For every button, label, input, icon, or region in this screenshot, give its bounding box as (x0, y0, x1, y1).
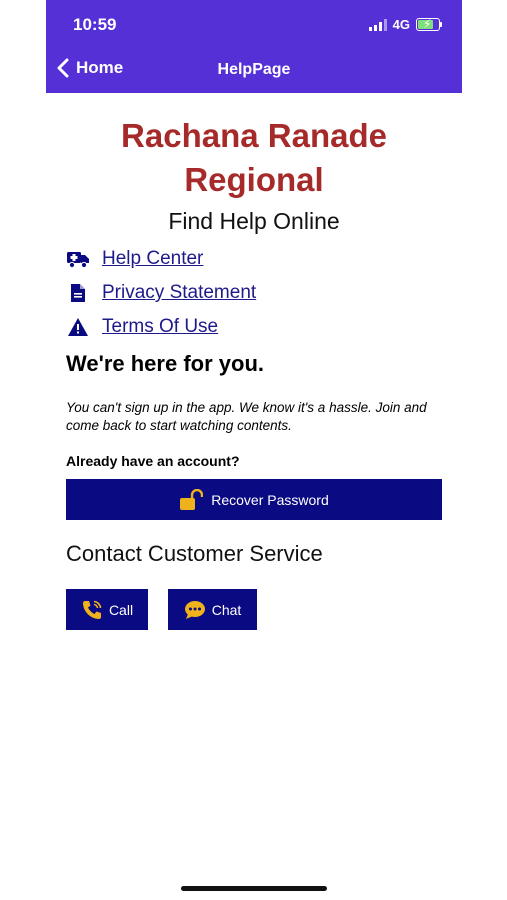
call-label: Call (108, 601, 134, 618)
chat-bubble-icon (184, 600, 205, 619)
recover-password-label: Recover Password (211, 491, 329, 508)
chat-label: Chat (211, 601, 242, 618)
call-button[interactable]: Call (66, 589, 148, 630)
phone-call-icon (82, 600, 102, 619)
contact-heading: Contact Customer Service (66, 541, 323, 566)
page-title: HelpPage (217, 61, 291, 78)
help-center-link[interactable]: Help Center (102, 248, 203, 270)
unlock-icon (180, 488, 204, 510)
top-bar: 10:59 4G ⚡ Home HelpPage (46, 0, 462, 93)
support-heading: We're here for you. (66, 351, 264, 376)
chat-button[interactable]: Chat (168, 589, 257, 630)
battery-icon: ⚡ (416, 17, 442, 31)
ambulance-icon (66, 248, 90, 270)
help-page: 10:59 4G ⚡ Home HelpPage Rachana Ranade … (46, 0, 462, 900)
brand-line-1: Rachana Ranade (121, 117, 387, 154)
account-prompt: Already have an account? (66, 453, 240, 469)
privacy-statement-link[interactable]: Privacy Statement (102, 282, 256, 304)
status-time: 10:59 (73, 15, 117, 34)
document-icon (66, 282, 90, 304)
signal-icon (368, 18, 387, 31)
recover-password-button[interactable]: Recover Password (66, 479, 442, 520)
signup-note: You can't sign up in the app. We know it… (66, 400, 427, 433)
brand-title: Rachana Ranade Regional (46, 114, 462, 202)
terms-link-row[interactable]: Terms Of Use (66, 316, 218, 338)
warning-icon (66, 316, 90, 338)
help-center-link-row[interactable]: Help Center (66, 248, 203, 270)
privacy-link-row[interactable]: Privacy Statement (66, 282, 256, 304)
find-help-title: Find Help Online (168, 208, 340, 234)
network-label: 4G (392, 17, 410, 32)
brand-line-2: Regional (184, 161, 324, 198)
home-indicator[interactable] (181, 886, 327, 891)
status-icons: 4G ⚡ (368, 17, 442, 32)
terms-of-use-link[interactable]: Terms Of Use (102, 316, 218, 338)
